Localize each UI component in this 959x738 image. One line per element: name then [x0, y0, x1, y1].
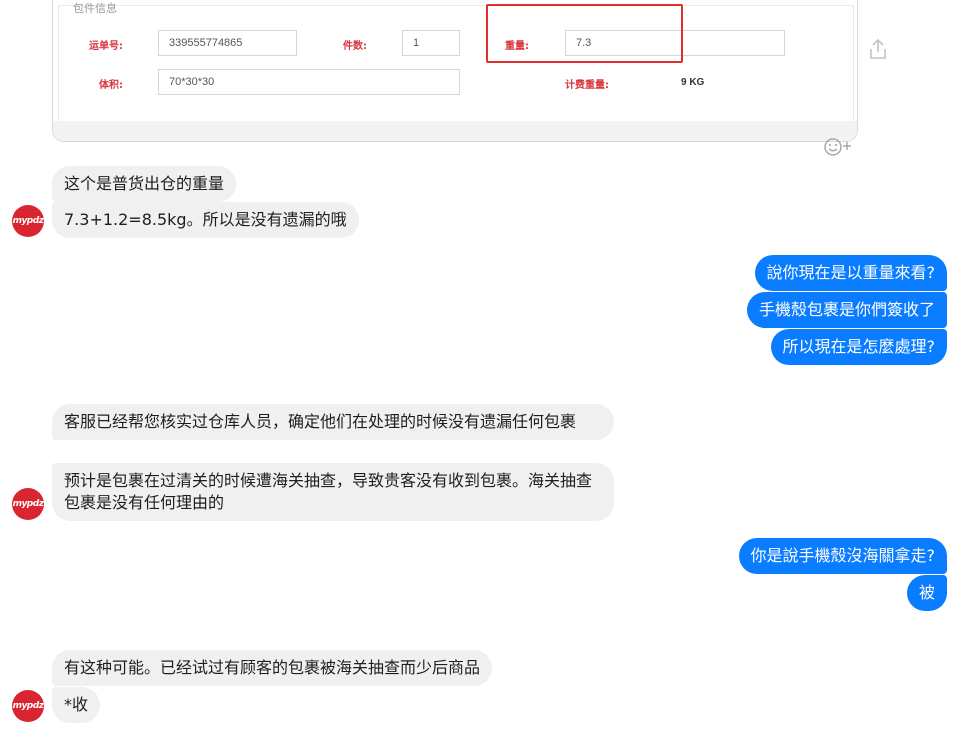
outgoing-message[interactable]: 手機殼包裹是你們簽收了 — [746, 292, 947, 328]
incoming-message[interactable]: 预计是包裹在过清关的时候遭海关抽查，导致贵客没有收到包裹。海关抽查包裹是没有任何… — [52, 463, 614, 521]
incoming-message[interactable]: 7.3+1.2=8.5kg。所以是没有遗漏的哦 — [52, 202, 359, 238]
share-icon[interactable] — [868, 38, 888, 60]
charge-weight-label: 计费重量: — [565, 80, 609, 91]
form-heading: 包件信息 — [73, 2, 117, 15]
card-footer-strip — [53, 121, 857, 141]
incoming-message[interactable]: *收 — [52, 687, 101, 723]
pieces-label: 件数: — [343, 41, 367, 52]
tracking-number-field: 339555774865 — [158, 30, 297, 56]
outgoing-message[interactable]: 被 — [906, 575, 947, 611]
volume-label: 体积: — [99, 80, 123, 91]
outgoing-message[interactable]: 你是說手機殼沒海關拿走? — [738, 538, 947, 574]
outgoing-message[interactable]: 所以現在是怎麼處理? — [770, 329, 947, 365]
contact-avatar[interactable]: mypdz — [12, 205, 44, 237]
charge-weight-value: 9 KG — [681, 77, 705, 88]
add-reaction-icon[interactable] — [820, 137, 854, 157]
shared-image-card[interactable]: 包件信息 运单号: 339555774865 件数: 1 重量: 7.3 体积:… — [52, 0, 858, 142]
contact-avatar[interactable]: mypdz — [12, 488, 44, 520]
volume-field: 70*30*30 — [158, 69, 460, 95]
parcel-info-form: 包件信息 运单号: 339555774865 件数: 1 重量: 7.3 体积:… — [58, 2, 854, 123]
incoming-message[interactable]: 有这种可能。已经试过有顾客的包裹被海关抽查而少后商品 — [52, 650, 493, 686]
outgoing-message[interactable]: 說你現在是以重量來看? — [754, 255, 947, 291]
weight-highlight-box — [486, 4, 683, 63]
contact-avatar[interactable]: mypdz — [12, 690, 44, 722]
tracking-label: 运单号: — [89, 41, 123, 52]
incoming-message[interactable]: 这个是普货出仓的重量 — [52, 166, 237, 202]
incoming-message[interactable]: 客服已经帮您核实过仓库人员，确定他们在处理的时候没有遗漏任何包裹 — [52, 404, 614, 440]
pieces-field: 1 — [402, 30, 460, 56]
